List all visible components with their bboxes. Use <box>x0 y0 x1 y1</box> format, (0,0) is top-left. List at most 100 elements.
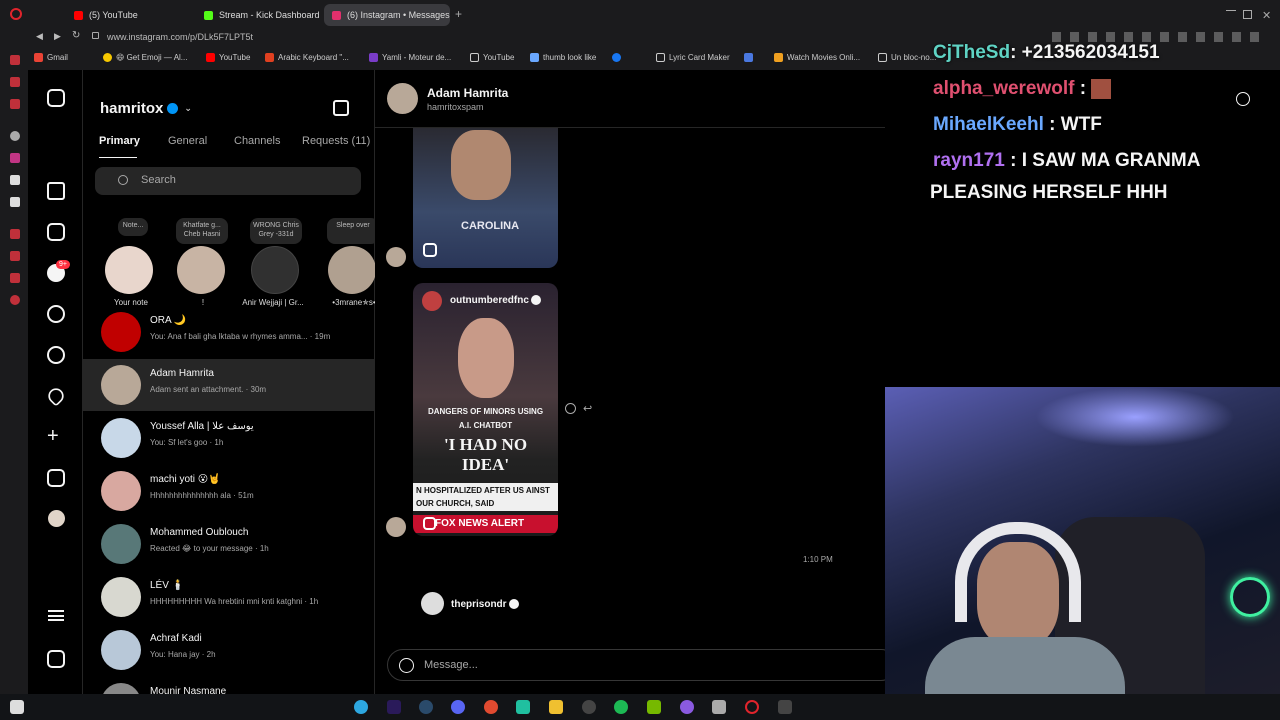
shared-reel[interactable]: outnumberedfnc DANGERS OF MINORS USING A… <box>413 283 558 536</box>
bookmark-yamli[interactable]: Yamli - Moteur de... <box>369 53 451 62</box>
conversation-row-active[interactable]: Adam Hamrita Adam sent an attachment. · … <box>83 359 375 411</box>
file-explorer-icon[interactable] <box>549 700 563 714</box>
home-icon[interactable] <box>47 182 65 200</box>
conversation-row[interactable]: ORA 🌙 You: Ana f bali gha lktaba w rhyme… <box>83 306 375 358</box>
search-input[interactable]: Search <box>141 174 176 186</box>
windows-start-icon[interactable] <box>10 700 24 714</box>
edge-icon[interactable] <box>354 700 368 714</box>
pinboard-icon[interactable] <box>10 229 20 239</box>
bookmark-watch-movies[interactable]: Watch Movies Onli... <box>774 53 860 62</box>
downloads-icon[interactable] <box>10 273 20 283</box>
history-icon[interactable] <box>10 251 20 261</box>
conversation-preview: Hhhhhhhhhhhhhhh ala · 51m <box>150 491 254 500</box>
minimize-button[interactable] <box>1226 10 1236 11</box>
bookmark-bloc-notes[interactable]: Un bloc-no... <box>878 53 936 62</box>
app-icon-2[interactable] <box>680 700 694 714</box>
vk-icon[interactable] <box>10 99 20 109</box>
bookmark-youtube[interactable]: YouTube <box>206 53 250 62</box>
apps-icon[interactable] <box>47 650 65 668</box>
premiere-icon[interactable] <box>387 700 401 714</box>
search-box[interactable]: Search <box>95 167 361 195</box>
youtube-icon <box>74 10 83 20</box>
steam-icon[interactable] <box>419 700 433 714</box>
new-tab-button[interactable]: + <box>455 7 462 21</box>
shared-reel[interactable]: CAROLINA <box>413 128 558 268</box>
conversation-preview: Adam sent an attachment. · 30m <box>150 385 267 394</box>
dashboard-icon[interactable] <box>47 469 65 487</box>
tab-primary[interactable]: Primary <box>99 135 140 147</box>
reply-icon[interactable]: ↩ <box>583 402 592 415</box>
create-icon[interactable]: + <box>47 426 65 446</box>
discord-icon[interactable] <box>451 700 465 714</box>
conversation-row[interactable]: Achraf Kadi You: Hana jay · 2h <box>83 624 375 676</box>
conversation-row[interactable]: Mohammed Oublouch Reacted 😂 to your mess… <box>83 518 375 570</box>
message-timestamp: 1:10 PM <box>803 555 833 564</box>
bookmark-thumb[interactable]: thumb look like <box>530 53 596 62</box>
app-icon[interactable] <box>516 700 530 714</box>
tab-underline <box>99 157 137 158</box>
gmail-icon <box>34 53 43 62</box>
nvidia-icon[interactable] <box>647 700 661 714</box>
tab-general[interactable]: General <box>168 135 207 147</box>
profile-avatar[interactable] <box>48 510 65 527</box>
heart-icon[interactable] <box>45 385 67 407</box>
avatar <box>101 312 141 352</box>
spotify-icon[interactable] <box>614 700 628 714</box>
bookmark-lyric-card[interactable]: Lyric Card Maker <box>656 53 730 62</box>
app-icon-3[interactable] <box>712 700 726 714</box>
instagram-sidebar-icon[interactable] <box>10 153 20 163</box>
chrome-icon[interactable] <box>484 700 498 714</box>
maximize-button[interactable] <box>1243 10 1252 19</box>
tiktok-icon[interactable] <box>10 175 20 185</box>
obs-icon[interactable] <box>582 700 596 714</box>
x-icon[interactable] <box>10 197 20 207</box>
close-window-button[interactable]: ✕ <box>1262 9 1271 22</box>
chat-text: : +213562034151 <box>1010 42 1160 63</box>
search-icon[interactable] <box>47 305 65 323</box>
conversation-header[interactable]: Adam Hamrita hamritoxspam <box>375 70 885 128</box>
reload-button[interactable]: ↻ <box>72 30 80 41</box>
opera-icon[interactable] <box>745 700 759 714</box>
whatsapp-icon[interactable] <box>10 77 20 87</box>
bookmark-facebook[interactable] <box>612 53 625 62</box>
bookmark-get-emoji[interactable]: 😄 Get Emoji — Al... <box>103 53 187 62</box>
tab-requests[interactable]: Requests (11) <box>302 135 370 147</box>
bookmark-gmail[interactable]: Gmail <box>34 53 68 62</box>
compose-icon[interactable] <box>333 100 349 116</box>
explore-icon[interactable] <box>47 346 65 364</box>
avatar <box>387 83 418 114</box>
url-field[interactable]: www.instagram.com/p/DLk5F7LPT5t <box>107 32 253 42</box>
conversation-row[interactable]: Mounir Nasmane <box>83 677 375 694</box>
tab-channels[interactable]: Channels <box>234 135 280 147</box>
opera-logo-icon[interactable] <box>10 8 22 20</box>
conversation-preview: You: Ana f bali gha lktaba w rhymes amma… <box>150 332 331 341</box>
messenger-icon[interactable] <box>10 55 20 65</box>
back-button[interactable]: ◀ <box>36 31 43 42</box>
tab-youtube[interactable]: (5) YouTube <box>66 4 194 26</box>
conversation-info-icon[interactable] <box>1236 92 1250 106</box>
conversation-row[interactable]: Youssef Alla | يوسف علا You: Sf let's go… <box>83 412 375 464</box>
chat-text: PLEASING HERSELF HHH <box>930 182 1168 203</box>
chat-message: CjTheSd: +213562034151 <box>933 42 1160 64</box>
conversation-row[interactable]: LÉV 🕯️ HHHHHHHHH Wa hrebtini mni knti ka… <box>83 571 375 623</box>
forward-button[interactable]: ▶ <box>54 31 61 42</box>
account-switcher[interactable]: hamritox ⌄ <box>100 100 192 117</box>
bookmark-arabic-keyboard[interactable]: Arabic Keyboard "... <box>265 53 349 62</box>
emoji-icon[interactable] <box>399 658 414 673</box>
instagram-logo-icon[interactable] <box>47 89 65 107</box>
neon-sign <box>1230 577 1270 617</box>
tab-instagram[interactable]: (6) Instagram • Messages <box>324 4 450 26</box>
settings-icon[interactable] <box>10 295 20 305</box>
conversation-row[interactable]: machi yoti 😮🤘 Hhhhhhhhhhhhhhh ala · 51m <box>83 465 375 517</box>
bookmark-youtube-2[interactable]: YouTube <box>470 53 514 62</box>
chatgpt-icon[interactable] <box>10 131 20 141</box>
tab-kick[interactable]: Stream - Kick Dashboard <box>196 4 322 26</box>
toolbar-extension-icons[interactable] <box>1052 32 1262 42</box>
app-icon-4[interactable] <box>778 700 792 714</box>
message-input[interactable]: Message... <box>424 659 478 671</box>
message-composer[interactable]: Message... <box>387 649 897 681</box>
page-icon <box>470 53 479 62</box>
bookmark-docs[interactable] <box>744 53 757 62</box>
react-emoji-icon[interactable] <box>565 403 576 414</box>
reels-icon[interactable] <box>47 223 65 241</box>
